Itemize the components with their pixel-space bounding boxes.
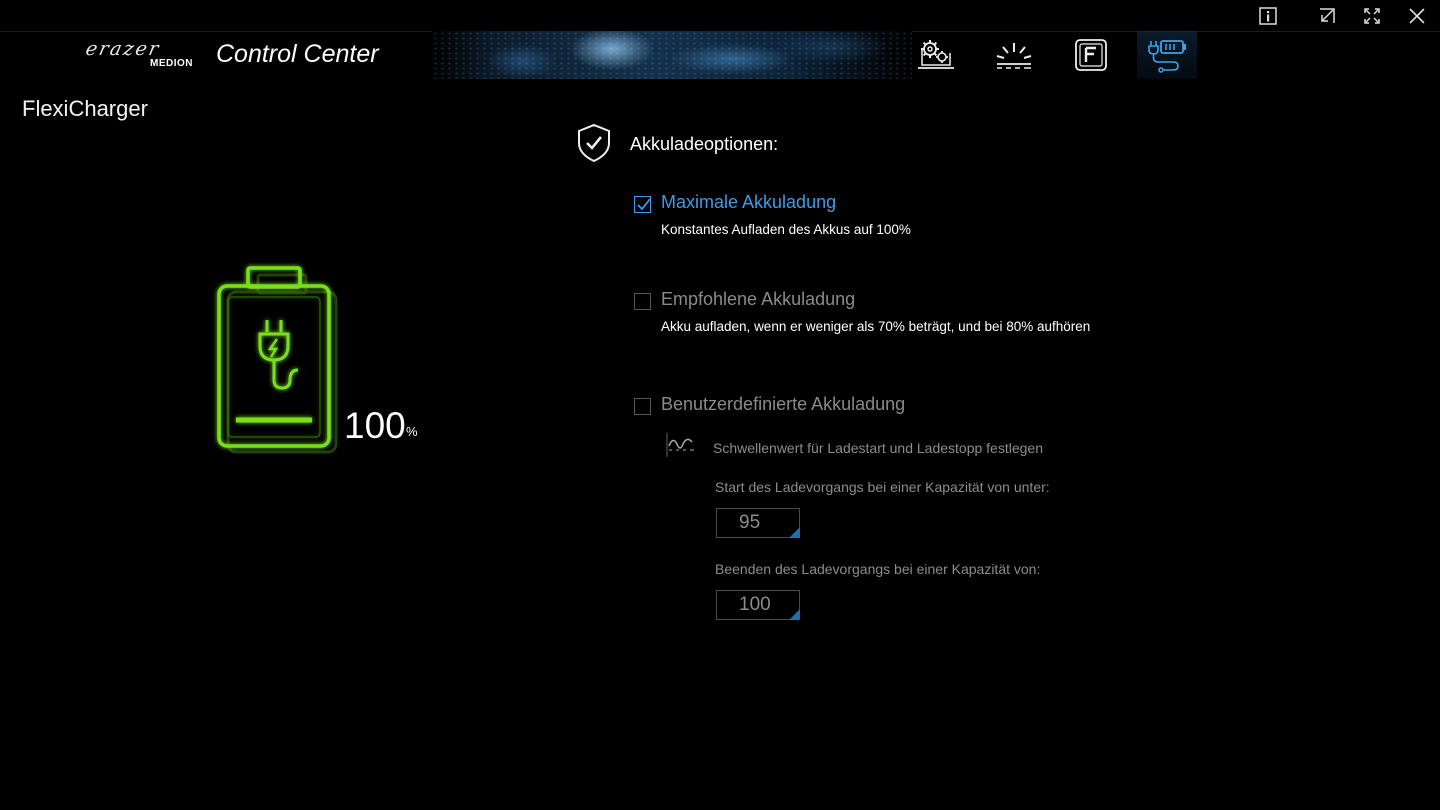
- recommended-charge-label[interactable]: Empfohlene Akkuladung: [661, 289, 855, 310]
- start-charge-label: Start des Ladevorgangs bei einer Kapazit…: [715, 479, 1050, 495]
- wave-threshold-icon: [666, 432, 696, 458]
- battery-percentage: 100: [344, 405, 406, 446]
- battery-graphic: [210, 262, 350, 462]
- info-button[interactable]: [1251, 2, 1285, 30]
- header-banner: [432, 31, 912, 79]
- shield-check-icon: [576, 123, 612, 168]
- restore-button[interactable]: [1310, 2, 1344, 30]
- logo-medion-text: MEDION: [150, 58, 193, 69]
- shrink-icon: [1320, 8, 1335, 23]
- info-icon: [1259, 7, 1277, 25]
- page-title: FlexiCharger: [22, 96, 148, 121]
- section-title: Akkuladeoptionen:: [630, 134, 779, 154]
- app-header: erazer MEDION Control Center: [0, 31, 1440, 79]
- gear-laptop-icon: [918, 40, 954, 69]
- battery-plug-icon: [1148, 40, 1186, 73]
- battery-plug-large-icon: [217, 266, 338, 454]
- recommended-charge-description: Akku aufladen, wenn er weniger als 70% b…: [661, 319, 1091, 334]
- f-key-icon: [1075, 39, 1107, 71]
- close-button[interactable]: [1400, 2, 1434, 30]
- nav-function-key[interactable]: [1061, 31, 1121, 79]
- custom-charge-label[interactable]: Benutzerdefinierte Akkuladung: [661, 394, 905, 415]
- stop-charge-spinner[interactable]: [789, 609, 800, 620]
- title-bar: [0, 0, 1440, 32]
- app-title: Control Center: [216, 40, 379, 68]
- custom-charge-checkbox[interactable]: [634, 398, 651, 415]
- logo-erazer-text: erazer: [83, 38, 163, 60]
- max-charge-label[interactable]: Maximale Akkuladung: [661, 192, 836, 213]
- nav-system-settings[interactable]: [906, 31, 966, 79]
- checkmark-icon: [637, 198, 651, 211]
- stop-charge-input[interactable]: [716, 590, 800, 620]
- start-charge-spinner[interactable]: [789, 527, 800, 538]
- max-charge-checkbox[interactable]: [634, 196, 651, 213]
- erazer-logo: erazer MEDION: [83, 38, 202, 71]
- close-icon: [1409, 8, 1425, 24]
- start-charge-input[interactable]: [716, 508, 800, 538]
- nav-flexicharger[interactable]: [1137, 31, 1197, 79]
- max-charge-description: Konstantes Aufladen des Akkus auf 100%: [661, 222, 911, 237]
- fullscreen-button[interactable]: [1355, 2, 1389, 30]
- stop-charge-label: Beenden des Ladevorgangs bei einer Kapaz…: [715, 561, 1041, 577]
- threshold-label: Schwellenwert für Ladestart und Ladestop…: [713, 440, 1043, 456]
- recommended-charge-checkbox[interactable]: [634, 293, 651, 310]
- fullscreen-icon: [1364, 8, 1380, 24]
- nav-lighting[interactable]: [984, 31, 1044, 79]
- battery-percentage-unit: %: [406, 424, 418, 439]
- light-rays-icon: [996, 43, 1032, 69]
